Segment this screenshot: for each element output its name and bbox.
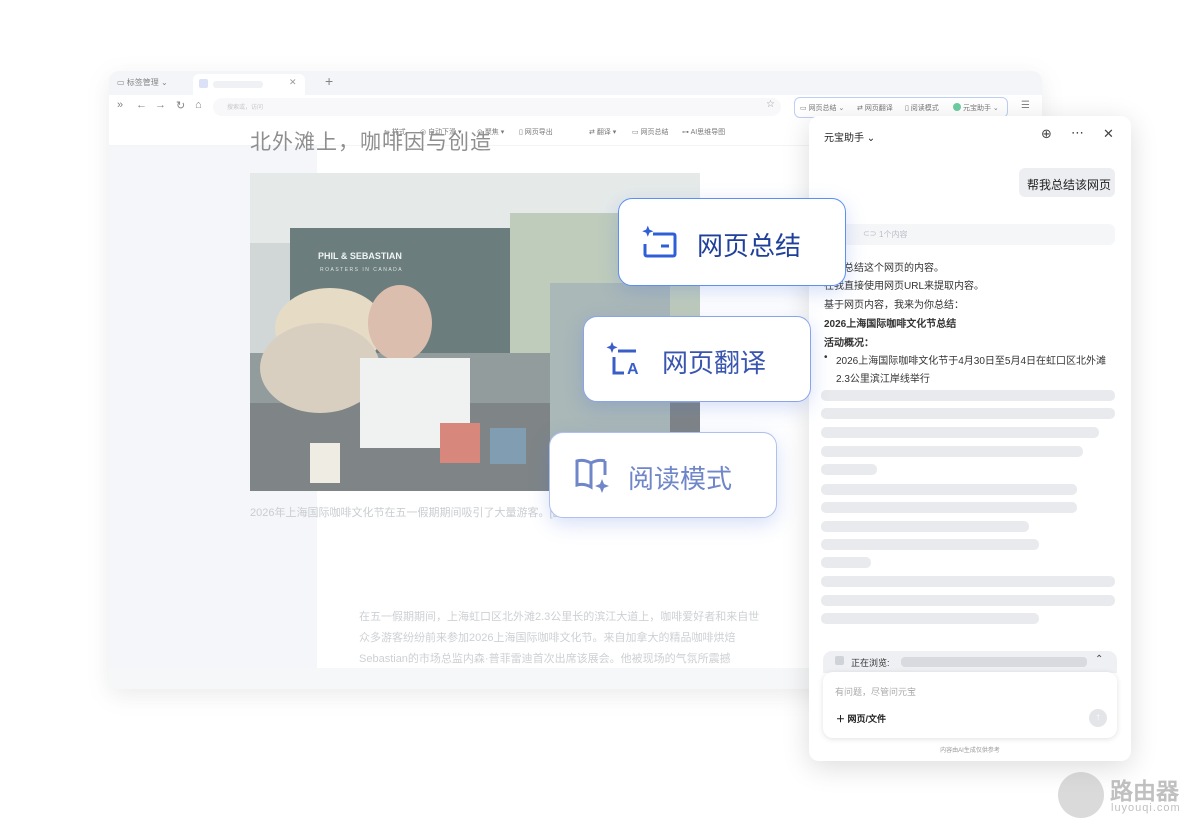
more-icon[interactable]: ⋯ xyxy=(1071,125,1084,141)
send-icon[interactable]: ↑ xyxy=(1089,709,1107,727)
loading-skeleton xyxy=(821,464,877,475)
loading-skeleton xyxy=(821,521,1029,532)
translate-icon: A xyxy=(606,341,639,377)
user-message-bubble: 帮我总结该网页 xyxy=(1019,168,1115,197)
loading-skeleton xyxy=(821,613,1039,624)
chat-input-placeholder: 有问题，尽管问元宝 xyxy=(835,687,917,697)
answer-heading: 2026上海国际咖啡文化节总结 xyxy=(824,319,957,330)
attach-button[interactable]: ＋ 网页/文件 xyxy=(836,712,886,725)
chevron-up-icon[interactable]: ⌃ xyxy=(1095,654,1103,665)
summary-card-label: 网页总结 xyxy=(697,231,802,261)
user-message: 帮我总结该网页 xyxy=(1027,178,1112,192)
translate-card-label: 网页翻译 xyxy=(662,348,767,378)
answer-section-label: 活动概况： xyxy=(824,338,874,349)
answer-line: 基于网页内容，我来为你总结： xyxy=(824,300,964,311)
answer-bullet: 2026上海国际咖啡文化节于4月30日至5月4日在虹口区北外滩 xyxy=(836,356,1107,367)
reader-feature-card[interactable]: 阅读模式 xyxy=(549,432,777,518)
reader-book-icon xyxy=(575,458,609,493)
close-panel-icon[interactable]: ✕ xyxy=(1103,126,1114,142)
svg-text:A: A xyxy=(627,361,639,377)
summary-feature-card[interactable]: 网页总结 xyxy=(618,198,846,286)
loading-skeleton xyxy=(821,502,1077,513)
loading-skeleton xyxy=(821,446,1083,457)
answer-line: 在我直接使用网页URL来提取内容。 xyxy=(824,281,985,292)
translate-feature-card[interactable]: A 网页翻译 xyxy=(583,316,811,402)
loading-skeleton xyxy=(821,595,1115,606)
loading-skeleton xyxy=(821,576,1115,587)
bullet-icon: • xyxy=(824,352,828,363)
browsing-page-title xyxy=(901,657,1087,667)
answer-bullet-cont: 2.3公里滨江岸线举行 xyxy=(836,374,930,385)
link-icon: ⊂⊃ xyxy=(863,229,877,238)
reference-count: 1个内容 xyxy=(879,230,908,239)
browsing-context-bar[interactable]: 正在浏览: ⌃ xyxy=(823,651,1117,673)
loading-skeleton xyxy=(821,427,1099,438)
loading-skeleton xyxy=(821,557,871,568)
assistant-panel: 元宝助手 ⌄ ⊕ ⋯ ✕ 帮我总结该网页 ⊂⊃ 1个内容 帮你总结这个网页的内容… xyxy=(809,116,1131,761)
reader-card-label: 阅读模式 xyxy=(628,464,733,494)
loading-skeleton xyxy=(821,484,1077,495)
reference-row[interactable]: ⊂⊃ 1个内容 xyxy=(823,224,1115,245)
watermark-url: luyouqi.com xyxy=(1111,802,1181,814)
assistant-selector[interactable]: 元宝助手 ⌄ xyxy=(824,129,875,144)
ai-disclaimer: 内容由AI生成仅供参考 xyxy=(940,748,1000,754)
loading-skeleton xyxy=(821,390,1115,401)
chat-input-box[interactable]: 有问题，尽管问元宝 ＋ 网页/文件 ↑ xyxy=(823,672,1117,738)
loading-skeleton xyxy=(821,539,1039,550)
watermark-logo-icon xyxy=(1058,772,1104,818)
loading-skeleton xyxy=(821,408,1115,419)
browsing-label: 正在浏览: xyxy=(851,658,890,668)
watermark-text: 路由器 xyxy=(1110,778,1179,804)
page-favicon-icon xyxy=(835,656,844,665)
summary-icon xyxy=(642,225,677,258)
new-chat-icon[interactable]: ⊕ xyxy=(1041,126,1052,142)
